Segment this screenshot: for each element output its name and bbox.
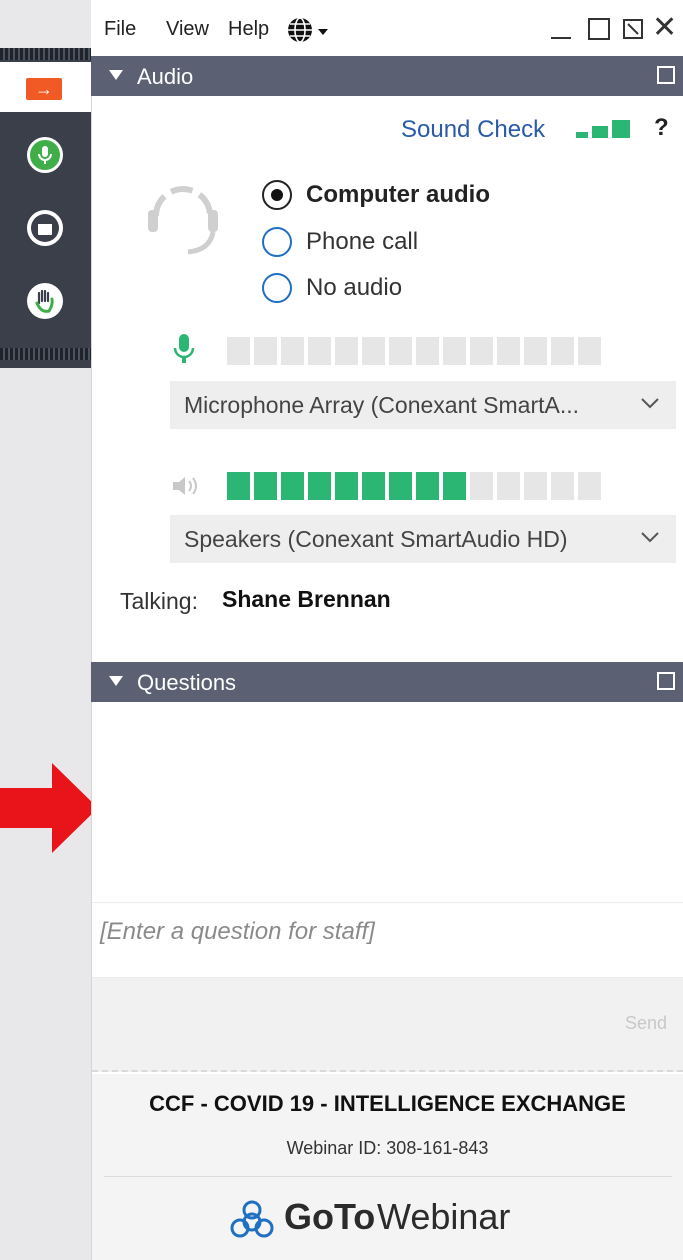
raise-hand-icon[interactable] [27, 283, 63, 319]
questions-log [92, 702, 683, 900]
option-label[interactable]: No audio [306, 274, 402, 302]
level-segment [308, 472, 331, 500]
level-segment [335, 337, 358, 365]
level-segment [362, 337, 385, 365]
menu-help[interactable]: Help [228, 18, 269, 41]
popout-icon[interactable] [620, 16, 646, 42]
help-icon[interactable]: ? [654, 114, 669, 142]
level-segment [281, 472, 304, 500]
red-pointer-arrow-icon [0, 763, 98, 853]
questions-header-title: Questions [137, 670, 237, 695]
microphone-select[interactable]: Microphone Array (Conexant SmartA... [170, 381, 676, 429]
sidebar-grip-top[interactable] [0, 48, 91, 60]
level-segment [254, 472, 277, 500]
menu-view[interactable]: View [166, 18, 209, 41]
gotowebinar-logo-icon [230, 1200, 274, 1238]
collapse-triangle-icon[interactable] [109, 676, 123, 686]
headset-icon [148, 186, 218, 255]
webinar-title: CCF - COVID 19 - INTELLIGENCE EXCHANGE [149, 1091, 626, 1116]
sidebar-grip-bottom[interactable] [0, 348, 91, 360]
level-segment [416, 337, 439, 365]
talking-label: Talking: [120, 588, 198, 614]
audio-header-title: Audio [137, 64, 194, 89]
collapse-triangle-icon[interactable] [109, 70, 123, 80]
arrow-right-icon[interactable]: → [26, 78, 62, 100]
level-segment [281, 337, 304, 365]
microphone-device-label: Microphone Array (Conexant SmartA... [184, 392, 579, 418]
level-segment [227, 472, 250, 500]
minimize-icon[interactable] [548, 16, 574, 42]
microphone-level-meter [227, 337, 601, 365]
question-input-placeholder[interactable]: [Enter a question for staff] [100, 918, 375, 946]
footer-divider [104, 1176, 672, 1177]
level-segment [524, 472, 547, 500]
maximize-icon[interactable] [586, 16, 612, 42]
signal-strength-icon [576, 120, 630, 138]
speaker-level-meter [227, 472, 601, 500]
level-segment [497, 337, 520, 365]
level-segment [578, 472, 601, 500]
questions-section-header[interactable]: Questions [91, 662, 683, 702]
webinar-id: Webinar ID: 308-161-843 [286, 1138, 489, 1158]
option-label[interactable]: Phone call [306, 228, 418, 256]
speaker-device-label: Speakers (Conexant SmartAudio HD) [184, 526, 568, 552]
brand-goto: GoTo [284, 1196, 376, 1237]
window-icon[interactable] [27, 210, 63, 246]
level-segment [443, 337, 466, 365]
level-segment [497, 472, 520, 500]
popout-icon[interactable] [657, 672, 675, 690]
chevron-down-icon[interactable] [638, 525, 662, 549]
audio-section-header[interactable]: Audio [91, 56, 683, 96]
chevron-down-icon[interactable] [638, 391, 662, 415]
level-segment [389, 337, 412, 365]
level-segment [443, 472, 466, 500]
speaker-icon [173, 477, 197, 495]
level-segment [389, 472, 412, 500]
level-segment [524, 337, 547, 365]
talking-name: Shane Brennan [222, 586, 391, 612]
close-icon[interactable]: ✕ [652, 13, 677, 43]
option-label[interactable]: Computer audio [306, 181, 490, 209]
microphone-icon[interactable] [27, 137, 63, 173]
radio-no-audio[interactable] [262, 273, 292, 303]
sound-check-link[interactable]: Sound Check [401, 116, 545, 144]
level-segment [362, 472, 385, 500]
level-segment [470, 472, 493, 500]
microphone-icon [173, 334, 195, 363]
level-segment [227, 337, 250, 365]
level-segment [416, 472, 439, 500]
level-segment [254, 337, 277, 365]
send-area [92, 978, 683, 1072]
level-segment [551, 472, 574, 500]
menu-file[interactable]: File [104, 18, 136, 41]
level-segment [578, 337, 601, 365]
popout-icon[interactable] [657, 66, 675, 84]
level-segment [335, 472, 358, 500]
brand-webinar: Webinar [377, 1196, 511, 1237]
language-globe-icon[interactable] [286, 16, 342, 46]
level-segment [551, 337, 574, 365]
level-segment [308, 337, 331, 365]
radio-computer-audio[interactable] [262, 180, 292, 210]
level-segment [470, 337, 493, 365]
radio-phone-call[interactable] [262, 227, 292, 257]
send-button[interactable]: Send [625, 1013, 667, 1034]
speaker-select[interactable]: Speakers (Conexant SmartAudio HD) [170, 515, 676, 563]
